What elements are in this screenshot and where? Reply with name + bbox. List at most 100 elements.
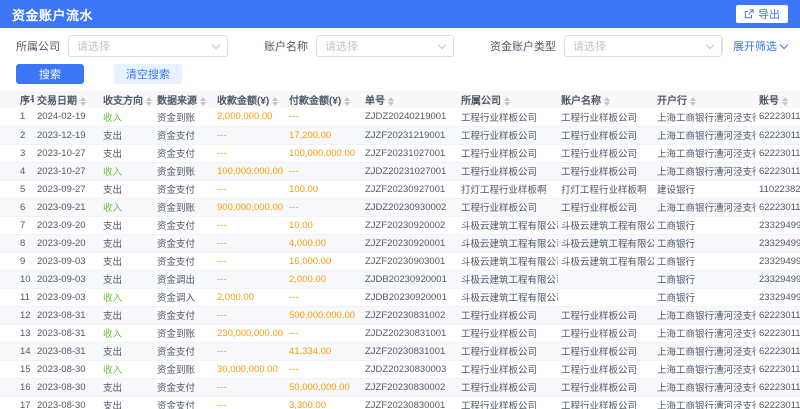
cell-date: 2023-09-03 — [34, 270, 100, 288]
sort-icon — [272, 97, 278, 106]
cell-source: 资金调出 — [154, 270, 214, 288]
table-row[interactable]: 42023-10-27收入资金到账100,000,000.00---ZJDZ20… — [0, 162, 800, 180]
cell-direction: 收入 — [100, 360, 154, 378]
cell-account-number: 23329499 — [756, 216, 800, 234]
sort-icon — [80, 97, 86, 106]
search-button[interactable]: 搜索 — [16, 64, 84, 84]
table-row[interactable]: 82023-09-20支出资金支付---4,000.00ZJZF20230920… — [0, 234, 800, 252]
cell-payment-amount: --- — [286, 324, 362, 342]
table-row[interactable]: 62023-09-21收入资金到账900,000,000.00---ZJDZ20… — [0, 198, 800, 216]
account-type-select[interactable]: 请选择 — [564, 35, 722, 57]
table-row[interactable]: 102023-09-03支出资金调出---2,000.00ZJDB2023092… — [0, 270, 800, 288]
filter-account-name-label: 账户名称 — [264, 38, 308, 54]
account-type-select-placeholder: 请选择 — [573, 38, 606, 54]
table-row[interactable]: 92023-09-03支出资金支付---16,000.00ZJZF2023090… — [0, 252, 800, 270]
column-header[interactable]: 付款金额(¥) — [286, 91, 362, 108]
cell-source: 资金到账 — [154, 324, 214, 342]
cell-source: 资金到账 — [154, 108, 214, 126]
cell-direction: 支出 — [100, 306, 154, 324]
cell-receipt-amount: 30,000,000.00 — [214, 360, 286, 378]
cell-payment-amount: 2,000.00 — [286, 270, 362, 288]
column-header-label: 账号 — [759, 96, 779, 107]
cell-company: 斗极云建筑工程有限公司 — [458, 288, 558, 306]
cell-receipt-amount: --- — [214, 126, 286, 144]
cell-order-number: ZJZF20230831002 — [362, 306, 458, 324]
cell-index: 15 — [0, 360, 34, 378]
account-name-select-placeholder: 请选择 — [325, 38, 358, 54]
filter-panel: 所属公司 请选择 账户名称 请选择 资金账户类型 请选择 展开筛选 — [0, 28, 800, 84]
table-row[interactable]: 52023-09-27支出资金支付---100.00ZJZF2023092700… — [0, 180, 800, 198]
cell-order-number: ZJDZ20230831001 — [362, 324, 458, 342]
cell-source: 资金到账 — [154, 162, 214, 180]
cell-receipt-amount: --- — [214, 306, 286, 324]
cell-account-name: 工程行业样板公司 — [558, 396, 654, 409]
cell-account-name: 工程行业样板公司 — [558, 360, 654, 378]
column-header[interactable]: 单号 — [362, 91, 458, 108]
cell-payment-amount: 41,334.00 — [286, 342, 362, 360]
cell-account-number: 23329499 — [756, 234, 800, 252]
cell-index: 9 — [0, 252, 34, 270]
cell-date: 2023-12-19 — [34, 126, 100, 144]
expand-filters-link[interactable]: 展开筛选 — [733, 38, 787, 54]
cell-index: 14 — [0, 342, 34, 360]
column-header[interactable]: 数据来源 — [154, 91, 214, 108]
cell-company: 斗极云建筑工程有限公司 — [458, 252, 558, 270]
cell-bank: 工商银行 — [654, 234, 756, 252]
account-name-select[interactable]: 请选择 — [316, 35, 454, 57]
column-header[interactable]: 交易日期 — [34, 91, 100, 108]
column-header[interactable]: 开户行 — [654, 91, 756, 108]
cell-index: 2 — [0, 126, 34, 144]
cell-order-number: ZJDB20230920001 — [362, 288, 458, 306]
table-row[interactable]: 112023-09-03收入资金调入2,000.00---ZJDB2023092… — [0, 288, 800, 306]
cell-source: 资金到账 — [154, 198, 214, 216]
cell-payment-amount: 500,000,000.00 — [286, 306, 362, 324]
cell-account-name — [558, 288, 654, 306]
cell-account-name — [558, 270, 654, 288]
cell-receipt-amount: --- — [214, 342, 286, 360]
clear-search-button[interactable]: 清空搜索 — [114, 64, 182, 84]
sort-icon — [690, 97, 696, 106]
table-row[interactable]: 22023-12-19支出资金支付---17,200.00ZJZF2023121… — [0, 126, 800, 144]
chevron-down-icon — [438, 40, 446, 48]
table-row[interactable]: 152023-08-30收入资金到账30,000,000.00---ZJDZ20… — [0, 360, 800, 378]
sort-icon — [200, 97, 206, 106]
table-row[interactable]: 32023-10-27支出资金支付---100,000,000.00ZJZF20… — [0, 144, 800, 162]
cell-receipt-amount: --- — [214, 234, 286, 252]
cell-bank: 上海工商银行漕河泾支行 — [654, 396, 756, 409]
column-header-label: 所属公司 — [461, 96, 501, 107]
expand-filters-label: 展开筛选 — [733, 38, 777, 54]
filter-row: 所属公司 请选择 账户名称 请选择 资金账户类型 请选择 展开筛选 — [16, 35, 784, 57]
cell-receipt-amount: --- — [214, 216, 286, 234]
cell-company: 工程行业样板公司 — [458, 306, 558, 324]
filter-account-type-label: 资金账户类型 — [490, 38, 556, 54]
cell-payment-amount: --- — [286, 108, 362, 126]
cell-index: 17 — [0, 396, 34, 409]
table-row[interactable]: 72023-09-20支出资金支付---10.00ZJZF20230920002… — [0, 216, 800, 234]
cell-direction: 支出 — [100, 270, 154, 288]
column-header[interactable]: 账号 — [756, 91, 800, 108]
cell-direction: 支出 — [100, 234, 154, 252]
table-row[interactable]: 12024-02-19收入资金到账2,000,000.00---ZJDZ2024… — [0, 108, 800, 126]
cell-source: 资金支付 — [154, 378, 214, 396]
column-header[interactable]: 收款金额(¥) — [214, 91, 286, 108]
column-header[interactable]: 账户名称 — [558, 91, 654, 108]
cell-order-number: ZJDZ20231027001 — [362, 162, 458, 180]
export-button[interactable]: 导出 — [736, 5, 788, 23]
table-row[interactable]: 162023-08-30支出资金支付---50,000,000.00ZJZF20… — [0, 378, 800, 396]
expand-filter-area: 展开筛选 — [722, 38, 787, 54]
table-row[interactable]: 172023-08-30支出资金支付---3,300.00ZJZF2023083… — [0, 396, 800, 409]
cell-index: 16 — [0, 378, 34, 396]
table-row[interactable]: 122023-08-31支出资金支付---500,000,000.00ZJZF2… — [0, 306, 800, 324]
table-header-row: 序号交易日期收支方向数据来源收款金额(¥)付款金额(¥)单号所属公司账户名称开户… — [0, 91, 800, 108]
column-header[interactable]: 所属公司 — [458, 91, 558, 108]
cell-source: 资金支付 — [154, 216, 214, 234]
column-header[interactable]: 收支方向 — [100, 91, 154, 108]
cell-source: 资金支付 — [154, 252, 214, 270]
sort-icon — [504, 97, 510, 106]
cell-account-name: 工程行业样板公司 — [558, 324, 654, 342]
cell-account-number: 62223011 — [756, 162, 800, 180]
company-select[interactable]: 请选择 — [68, 35, 228, 57]
cell-account-number: 62223011 — [756, 342, 800, 360]
table-row[interactable]: 142023-08-31支出资金支付---41,334.00ZJZF202308… — [0, 342, 800, 360]
table-row[interactable]: 132023-08-31收入资金到账230,000,000.00---ZJDZ2… — [0, 324, 800, 342]
